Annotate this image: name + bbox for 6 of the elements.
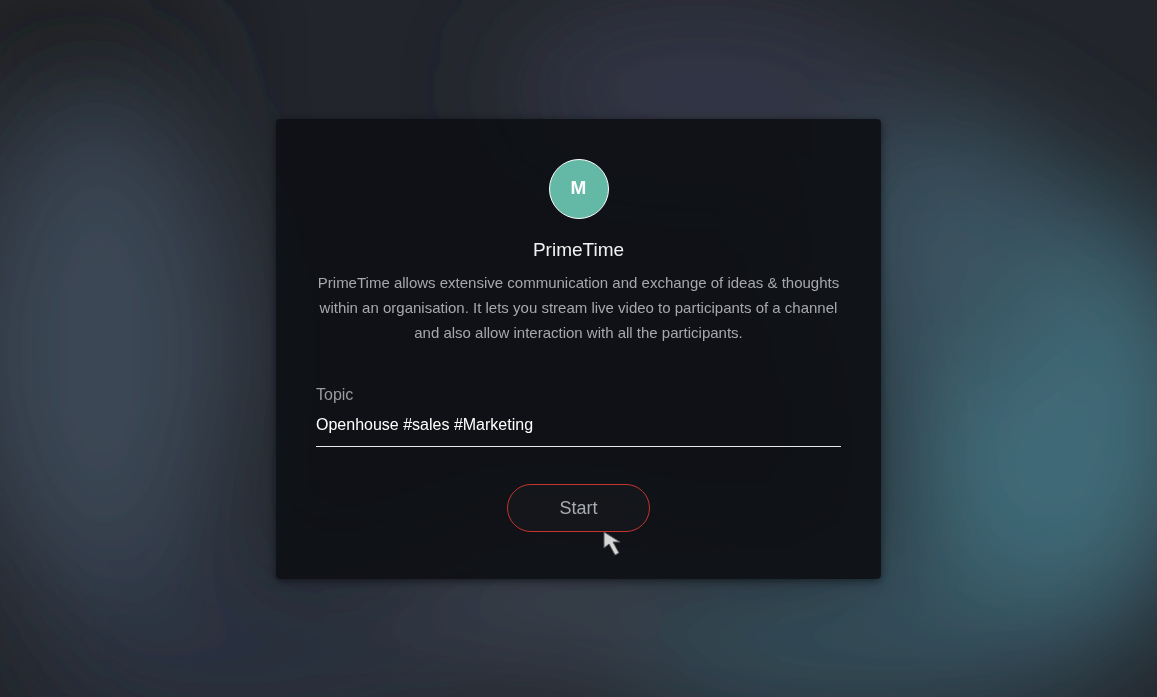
avatar: M bbox=[548, 158, 609, 219]
app-description: PrimeTime allows extensive communication and exchange of ideas & thoughts within an organisation. It lets you stream live video to participants of a channel and also allow interaction with all the participants. bbox=[316, 273, 841, 343]
field-label: Topic bbox=[316, 385, 355, 405]
app-title: PrimeTime bbox=[531, 237, 626, 262]
topic-field[interactable]: Openhouse #sales #Marketing bbox=[316, 407, 841, 447]
start-button[interactable]: Start bbox=[507, 484, 650, 532]
